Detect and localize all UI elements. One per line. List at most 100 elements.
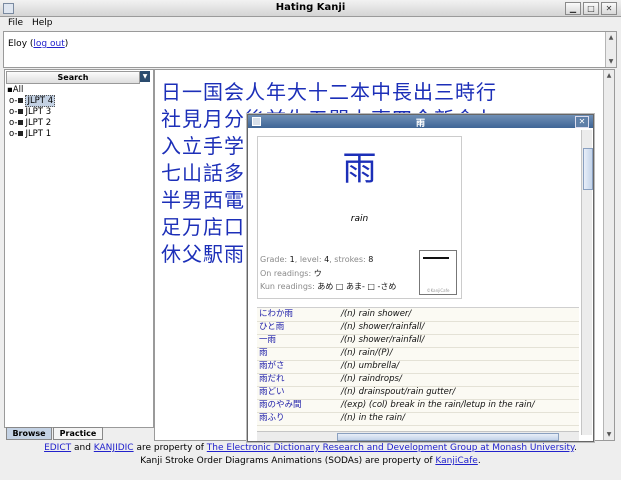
- paren-close: ): [64, 39, 69, 49]
- dialog-title-bar[interactable]: 雨 ✕: [248, 115, 593, 129]
- entry-definition: /(n) drainspout/rain gutter/: [341, 387, 456, 397]
- edrdg-link[interactable]: The Electronic Dictionary Research and D…: [207, 443, 574, 453]
- folder-icon: [18, 109, 24, 114]
- kanjidic-link[interactable]: KANJIDIC: [94, 443, 134, 453]
- on-readings: On readings: ウ: [260, 268, 322, 279]
- list-item[interactable]: ひと雨 /(n) shower/rainfall/: [257, 321, 579, 335]
- search-button[interactable]: Search: [6, 71, 140, 84]
- entry-word: ひと雨: [259, 322, 285, 332]
- scroll-up-icon[interactable]: ▲: [604, 71, 614, 80]
- kun-readings: Kun readings: あめ □ あま- □ -さめ: [260, 281, 396, 292]
- entry-word: 雨: [259, 348, 268, 358]
- tree-label: JLPT 2: [25, 118, 52, 128]
- folder-icon: [18, 131, 24, 136]
- list-item[interactable]: 雨だれ /(n) raindrops/: [257, 373, 579, 387]
- kanji-character: 雨: [342, 149, 377, 189]
- user-panel-scrollbar[interactable]: ▲ ▼: [605, 32, 616, 67]
- tree-expand-icon[interactable]: o-: [9, 96, 17, 106]
- tree-item-jlpt1[interactable]: o- JLPT 1: [9, 129, 51, 139]
- kun-value: あめ □ あま- □ -さめ: [317, 282, 397, 291]
- kanji-meaning: rain: [350, 214, 369, 224]
- list-item[interactable]: 雨 /(n) rain/(P)/: [257, 347, 579, 361]
- entry-definition: /(n) shower/rainfall/: [341, 322, 425, 332]
- close-icon[interactable]: ✕: [601, 2, 617, 15]
- kanji-row[interactable]: 日一国会人年大十二本中長出三時行: [161, 76, 497, 105]
- footer-text: .: [477, 456, 481, 466]
- tree-expand-icon[interactable]: o-: [9, 118, 17, 128]
- entry-definition: /(exp) (col) break in the rain/letup in …: [341, 400, 535, 410]
- stroke-caption: ©KanjiCafe: [426, 288, 450, 293]
- menu-file[interactable]: File: [8, 18, 23, 28]
- dialog-scrollbar[interactable]: [581, 130, 593, 435]
- kun-label: Kun readings:: [260, 282, 315, 291]
- window-title-bar: Hating Kanji ▁ □ ✕: [0, 0, 621, 17]
- tree-label: All: [12, 85, 24, 95]
- search-dropdown-icon[interactable]: ▼: [140, 71, 150, 82]
- kanji-detail-dialog: 雨 ✕ 雨 rain Grade: 1, level: 4, strokes: …: [247, 114, 594, 442]
- scroll-thumb[interactable]: [583, 148, 593, 190]
- footer-line-1: EDICT and KANJIDIC are property of The E…: [0, 442, 621, 455]
- dialog-title: 雨: [415, 119, 425, 129]
- edict-link[interactable]: EDICT: [44, 443, 71, 453]
- list-item[interactable]: 雨どい /(n) drainspout/rain gutter/: [257, 386, 579, 400]
- footer-text: .: [574, 443, 577, 453]
- folder-icon: [18, 120, 24, 125]
- folder-icon: [18, 98, 24, 103]
- window-title: Hating Kanji: [275, 2, 346, 13]
- kanji-row[interactable]: 七山話多: [161, 157, 245, 186]
- sidebar-tabs: Browse Practice: [4, 427, 152, 440]
- user-panel: Eloy (log out) ▲ ▼: [3, 31, 617, 68]
- grade-label: Grade:: [260, 255, 288, 264]
- dialog-close-icon[interactable]: ✕: [575, 116, 589, 128]
- footer-text: and: [71, 443, 94, 453]
- entries-horizontal-scrollbar[interactable]: [257, 431, 579, 441]
- list-item[interactable]: 雨のやみ間 /(exp) (col) break in the rain/letu…: [257, 399, 579, 413]
- menu-bar: File Help: [0, 17, 621, 31]
- entry-word: 一雨: [259, 335, 277, 345]
- list-item[interactable]: 雨がさ /(n) umbrella/: [257, 360, 579, 374]
- entry-word: 雨のやみ間: [259, 400, 302, 410]
- entry-definition: /(n) in the rain/: [341, 413, 406, 423]
- tree-label: JLPT 3: [25, 107, 52, 117]
- kanji-row[interactable]: 入立手学: [161, 130, 245, 159]
- kanji-grid-scrollbar[interactable]: ▲ ▼: [603, 70, 614, 440]
- minimize-icon[interactable]: ▁: [565, 2, 581, 15]
- scroll-up-icon[interactable]: ▲: [606, 33, 616, 42]
- entry-definition: /(n) shower/rainfall/: [341, 335, 425, 345]
- entry-definition: /(n) raindrops/: [341, 374, 402, 384]
- entry-word: にわか雨: [259, 309, 294, 319]
- tree-expand-icon[interactable]: o-: [9, 107, 17, 117]
- stroke-order-animation[interactable]: ©KanjiCafe: [419, 250, 457, 295]
- tree-item-jlpt4[interactable]: o- JLPT 4: [9, 95, 56, 107]
- footer-text: are property of: [133, 443, 207, 453]
- tree-expand-icon[interactable]: o-: [9, 129, 17, 139]
- kanji-row[interactable]: 休父駅雨: [161, 238, 245, 267]
- user-status: Eloy (log out): [8, 39, 68, 49]
- tab-browse[interactable]: Browse: [6, 427, 52, 440]
- list-item[interactable]: 雨ふり /(n) in the rain/: [257, 412, 579, 426]
- tree-item-jlpt2[interactable]: o- JLPT 2: [9, 118, 51, 128]
- tab-practice[interactable]: Practice: [53, 427, 103, 440]
- list-item[interactable]: にわか雨 /(n) rain shower/: [257, 308, 579, 322]
- tree-item-all[interactable]: ▪All: [7, 85, 23, 95]
- kanji-row[interactable]: 足万店口: [161, 211, 245, 240]
- entry-definition: /(n) rain/(P)/: [341, 348, 393, 358]
- kanji-row[interactable]: 半男西電: [161, 184, 245, 213]
- kanjicafe-link[interactable]: KanjiCafe: [435, 456, 477, 466]
- tree-item-jlpt3[interactable]: o- JLPT 3: [9, 107, 51, 117]
- dictionary-entries: にわか雨 /(n) rain shower/ ひと雨 /(n) shower/rai…: [257, 307, 579, 436]
- maximize-icon[interactable]: □: [583, 2, 599, 15]
- kanji-grade-info: Grade: 1, level: 4, strokes: 8: [260, 255, 373, 264]
- logout-link[interactable]: log out: [33, 39, 64, 49]
- level-label: , level:: [294, 255, 322, 264]
- list-item[interactable]: 一雨 /(n) shower/rainfall/: [257, 334, 579, 348]
- scroll-thumb[interactable]: [337, 433, 559, 441]
- entry-word: 雨どい: [259, 387, 285, 397]
- entry-word: 雨ふり: [259, 413, 285, 423]
- stroke-line: [423, 257, 449, 259]
- on-label: On readings:: [260, 269, 312, 278]
- scroll-down-icon[interactable]: ▼: [604, 430, 614, 439]
- scroll-down-icon[interactable]: ▼: [606, 57, 616, 66]
- menu-help[interactable]: Help: [32, 18, 53, 28]
- footer-line-2: Kanji Stroke Order Diagrams Animations (…: [0, 455, 621, 468]
